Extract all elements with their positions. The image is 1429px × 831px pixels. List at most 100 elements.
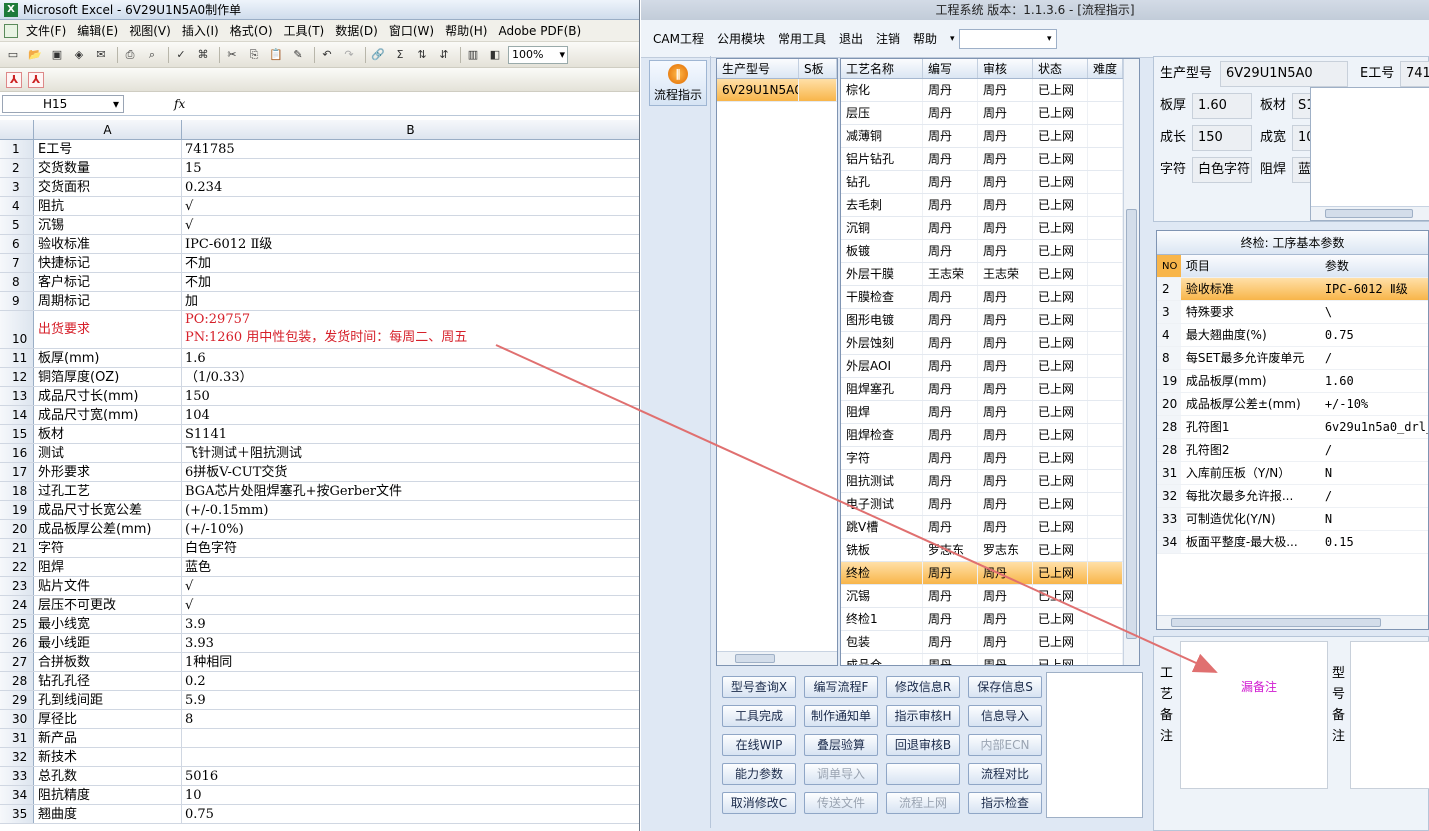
- cell-b[interactable]: [182, 729, 639, 747]
- row-number[interactable]: 11: [0, 349, 34, 367]
- select-all-corner[interactable]: [0, 120, 34, 139]
- process-row[interactable]: 电子测试 周丹 周丹 已上网: [841, 493, 1123, 516]
- cell-a[interactable]: 新产品: [34, 729, 182, 747]
- undo-icon[interactable]: ↶: [318, 46, 336, 64]
- flow-instruction-button[interactable]: ‖ 流程指示: [649, 60, 707, 106]
- row-number[interactable]: 12: [0, 368, 34, 386]
- length-field[interactable]: 150: [1192, 125, 1252, 151]
- cell-a[interactable]: 钻孔孔径: [34, 672, 182, 690]
- cell-b[interactable]: √: [182, 577, 639, 595]
- cell-b[interactable]: (+/-0.15mm): [182, 501, 639, 519]
- menu-insert[interactable]: 插入(I): [182, 22, 219, 39]
- menu-edit[interactable]: 编辑(E): [77, 22, 118, 39]
- action-button[interactable]: 传送文件: [804, 792, 878, 814]
- cell-b[interactable]: （1/0.33）: [182, 368, 639, 386]
- insert-function-icon[interactable]: fx: [174, 97, 185, 111]
- param-row[interactable]: 8 每SET最多允许废单元 /: [1157, 347, 1428, 370]
- param-row[interactable]: 28 孔符图2 /: [1157, 439, 1428, 462]
- cell-a[interactable]: 沉锡: [34, 216, 182, 234]
- row-number[interactable]: 29: [0, 691, 34, 709]
- cell-b[interactable]: 加: [182, 292, 639, 310]
- print-icon[interactable]: ⎙: [121, 46, 139, 64]
- cell-b[interactable]: 5016: [182, 767, 639, 785]
- cell-b[interactable]: 6拼板V-CUT交货: [182, 463, 639, 481]
- cell-b[interactable]: 不加: [182, 254, 639, 272]
- action-button[interactable]: 流程对比: [968, 763, 1042, 785]
- cell-b[interactable]: BGA芯片处阻焊塞孔+按Gerber文件: [182, 482, 639, 500]
- param-row[interactable]: 31 入库前压板（Y/N） N: [1157, 462, 1428, 485]
- row-number[interactable]: 16: [0, 444, 34, 462]
- process-row[interactable]: 板镀 周丹 周丹 已上网: [841, 240, 1123, 263]
- process-row[interactable]: 外层干膜 王志荣 王志荣 已上网: [841, 263, 1123, 286]
- process-row[interactable]: 沉铜 周丹 周丹 已上网: [841, 217, 1123, 240]
- process-row[interactable]: 外层蚀刻 周丹 周丹 已上网: [841, 332, 1123, 355]
- action-button[interactable]: 内部ECN: [968, 734, 1042, 756]
- process-grid[interactable]: 工艺名称 编写 审核 状态 难度 棕化 周丹 周丹 已上网 层压 周丹 周丹 已上网 减薄铜 周丹…: [840, 58, 1140, 666]
- process-row[interactable]: 包装 周丹 周丹 已上网: [841, 631, 1123, 654]
- row-number[interactable]: 20: [0, 520, 34, 538]
- process-row[interactable]: 减薄铜 周丹 周丹 已上网: [841, 125, 1123, 148]
- autosum-icon[interactable]: Σ: [391, 46, 409, 64]
- param-row[interactable]: 19 成品板厚(mm) 1.60: [1157, 370, 1428, 393]
- cell-b[interactable]: 150: [182, 387, 639, 405]
- menu-adobe-pdf[interactable]: Adobe PDF(B): [498, 24, 581, 38]
- width-field[interactable]: 10: [1292, 125, 1312, 151]
- cell-a[interactable]: 层压不可更改: [34, 596, 182, 614]
- action-button[interactable]: 能力参数: [722, 763, 796, 785]
- cell-a[interactable]: 板厚(mm): [34, 349, 182, 367]
- copy-icon[interactable]: ⎘: [245, 46, 263, 64]
- spelling-icon[interactable]: ✓: [172, 46, 190, 64]
- cell-a[interactable]: 铜箔厚度(OZ): [34, 368, 182, 386]
- action-button[interactable]: 工具完成: [722, 705, 796, 727]
- model-list[interactable]: 生产型号 S板 6V29U1N5A0: [716, 58, 838, 666]
- cell-b[interactable]: 0.234: [182, 178, 639, 196]
- format-painter-icon[interactable]: ✎: [289, 46, 307, 64]
- menu-cam-engineering[interactable]: CAM工程: [653, 30, 704, 47]
- action-button[interactable]: 型号查询X: [722, 676, 796, 698]
- process-row[interactable]: 阻焊 周丹 周丹 已上网: [841, 401, 1123, 424]
- row-number[interactable]: 24: [0, 596, 34, 614]
- cell-b[interactable]: 104: [182, 406, 639, 424]
- permission-icon[interactable]: ◈: [70, 46, 88, 64]
- cell-a[interactable]: 成品尺寸长宽公差: [34, 501, 182, 519]
- cell-a[interactable]: E工号: [34, 140, 182, 158]
- cell-a[interactable]: 最小线距: [34, 634, 182, 652]
- cell-a[interactable]: 阻抗精度: [34, 786, 182, 804]
- param-row[interactable]: 20 成品板厚公差±(mm) +/-10%: [1157, 393, 1428, 416]
- action-button[interactable]: 回退审核B: [886, 734, 960, 756]
- cell-b[interactable]: [182, 748, 639, 766]
- process-row[interactable]: 终检1 周丹 周丹 已上网: [841, 608, 1123, 631]
- action-button[interactable]: 调单导入: [804, 763, 878, 785]
- action-button[interactable]: 指示检查: [968, 792, 1042, 814]
- horizontal-scrollbar[interactable]: [717, 651, 837, 665]
- menu-data[interactable]: 数据(D): [335, 22, 378, 39]
- row-number[interactable]: 26: [0, 634, 34, 652]
- param-row[interactable]: 3 特殊要求 \: [1157, 301, 1428, 324]
- drawing-icon[interactable]: ◧: [486, 46, 504, 64]
- save-icon[interactable]: ▣: [48, 46, 66, 64]
- scrollbar-thumb[interactable]: [1325, 209, 1413, 218]
- cell-b[interactable]: 1种相同: [182, 653, 639, 671]
- model-note-box[interactable]: [1350, 641, 1429, 789]
- cell-b[interactable]: 0.2: [182, 672, 639, 690]
- menu-tools[interactable]: 工具(T): [284, 22, 325, 39]
- cell-a[interactable]: 交货数量: [34, 159, 182, 177]
- column-header-a[interactable]: A: [34, 120, 182, 139]
- row-number[interactable]: 25: [0, 615, 34, 633]
- process-row[interactable]: 干膜检查 周丹 周丹 已上网: [841, 286, 1123, 309]
- cell-b[interactable]: 不加: [182, 273, 639, 291]
- chevron-down-icon[interactable]: ▾: [950, 34, 955, 44]
- model-field[interactable]: 6V29U1N5A0: [1220, 61, 1348, 87]
- cell-b[interactable]: 1.6: [182, 349, 639, 367]
- process-row[interactable]: 去毛刺 周丹 周丹 已上网: [841, 194, 1123, 217]
- redo-icon[interactable]: ↷: [340, 46, 358, 64]
- cell-b[interactable]: 飞针测试＋阻抗测试: [182, 444, 639, 462]
- process-row[interactable]: 字符 周丹 周丹 已上网: [841, 447, 1123, 470]
- cell-a[interactable]: 出货要求: [34, 311, 182, 348]
- cell-b[interactable]: 8: [182, 710, 639, 728]
- row-number[interactable]: 2: [0, 159, 34, 177]
- process-params-panel[interactable]: 终检: 工序基本参数 NO 项目 参数 2 验收标准 IPC-6012 Ⅱ级 3 特殊要…: [1156, 230, 1429, 630]
- cell-b[interactable]: 3.93: [182, 634, 639, 652]
- cell-a[interactable]: 客户标记: [34, 273, 182, 291]
- cell-b[interactable]: 0.75: [182, 805, 639, 823]
